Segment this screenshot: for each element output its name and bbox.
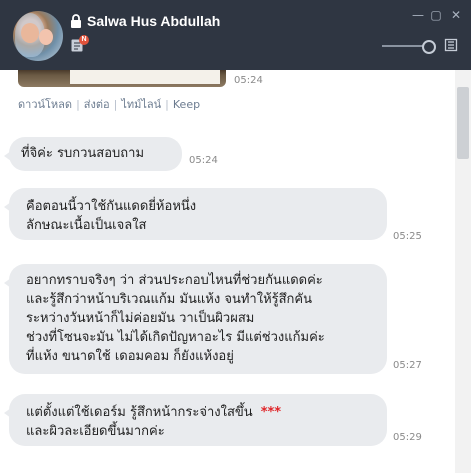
chat-header: Salwa Hus Abdullah N — ▢ ✕	[0, 0, 471, 70]
message-bubble[interactable]: แต่ตั้งแต่ใช้เดอร์ม รู้สึกหน้ากระจ่างใสข…	[4, 394, 387, 446]
separator: |	[113, 98, 118, 111]
image-actions: ดาวน์โหลด | ส่งต่อ | ไทม์ไลน์ | Keep	[18, 95, 200, 113]
message-text: คือตอนนี้วาใช้กันแดดยี่ห้อหนึ่ง	[26, 199, 197, 214]
expand-icon[interactable]	[444, 38, 458, 52]
forward-link[interactable]: ส่งต่อ	[84, 98, 110, 111]
chat-scrollbar[interactable]	[455, 70, 471, 473]
message-text: แต่ตั้งแต่ใช้เดอร์ม รู้สึกหน้ากระจ่างใสข…	[26, 403, 387, 422]
lock-icon	[71, 14, 81, 28]
message-time: 05:24	[189, 155, 218, 166]
download-link[interactable]: ดาวน์โหลด	[18, 98, 72, 111]
minimize-button[interactable]: —	[411, 8, 425, 22]
message-bubble[interactable]: ที่จิค่ะ รบกวนสอบถาม	[4, 137, 182, 171]
message-time: 05:24	[234, 75, 263, 86]
maximize-button[interactable]: ▢	[429, 8, 443, 22]
message-text: ลักษณะเนื้อเป็นเจลใส	[26, 218, 147, 233]
message-time: 05:27	[393, 360, 422, 371]
message-text: ที่แห้ง ขนาดใช้ เดอมคอม ก็ยังแห้งอยู่	[26, 349, 234, 364]
notes-badge: N	[79, 35, 89, 45]
message-text: ที่จิค่ะ รบกวนสอบถาม	[21, 146, 145, 161]
message-bubble[interactable]: อยากทราบจริงๆ ว่า ส่วนประกอบไหนที่ช่วยกั…	[4, 264, 387, 374]
close-button[interactable]: ✕	[449, 8, 463, 22]
image-document-part	[70, 70, 220, 84]
opacity-slider-knob[interactable]	[422, 40, 436, 54]
contact-avatar[interactable]	[13, 11, 63, 61]
message-time: 05:29	[393, 432, 422, 443]
avatar-photo-part	[39, 29, 53, 45]
separator: |	[165, 98, 169, 111]
chat-area: 05:24 ดาวน์โหลด | ส่งต่อ | ไทม์ไลน์ | Keep ที่…	[0, 70, 455, 473]
message-text: อยากทราบจริงๆ ว่า ส่วนประกอบไหนที่ช่วยกั…	[26, 273, 323, 288]
message-text-part: แต่ตั้งแต่ใช้เดอร์ม รู้สึกหน้ากระจ่างใสข…	[26, 405, 253, 420]
message-text: และรู้สึกว่าหน้าบริเวณแก้ม มันแห้ง จนทำใ…	[26, 292, 313, 307]
message-text: ระหว่างวันหน้าก็ไม่ค่อยมัน วาเป็นผิวผสม	[26, 311, 255, 326]
separator: |	[76, 98, 80, 111]
message-text: ช่วงที่โซนจะมัน ไม่ได้เกิดปัญหาอะไร มีแต…	[26, 330, 325, 345]
message-bubble[interactable]: คือตอนนี้วาใช้กันแดดยี่ห้อหนึ่ง ลักษณะเน…	[4, 188, 387, 240]
contact-name: Salwa Hus Abdullah	[87, 13, 221, 29]
avatar-photo-part	[21, 23, 39, 43]
keep-link[interactable]: Keep	[173, 98, 200, 111]
shared-image-thumbnail[interactable]	[18, 70, 226, 87]
message-time: 05:25	[393, 231, 422, 242]
timeline-link[interactable]: ไทม์ไลน์	[121, 98, 161, 111]
message-text: และผิวละเอียดขึ้นมากค่ะ	[26, 424, 165, 439]
scrollbar-thumb[interactable]	[457, 87, 469, 159]
annotation-stars: ***	[260, 405, 282, 420]
